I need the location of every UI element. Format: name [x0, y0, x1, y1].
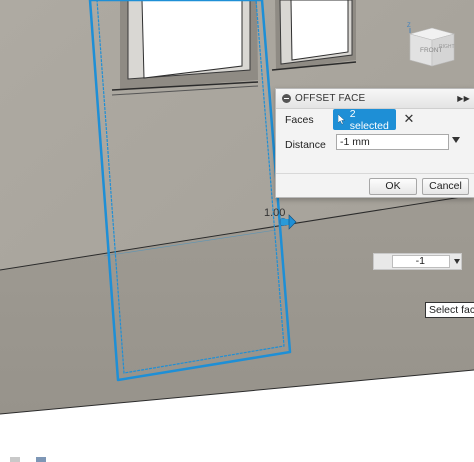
canvas-distance-input-box: -1: [373, 253, 462, 270]
cancel-button[interactable]: Cancel: [422, 178, 469, 195]
faces-label: Faces: [285, 114, 314, 126]
cursor-icon: [338, 114, 346, 125]
chevron-down-icon[interactable]: [454, 259, 460, 264]
distance-label: Distance: [285, 139, 326, 151]
window-left[interactable]: [111, 0, 259, 96]
manipulator-value-label: 1.00: [264, 207, 286, 219]
ok-button[interactable]: OK: [369, 178, 417, 195]
view-cube-right-label[interactable]: RIGHT: [439, 44, 455, 50]
distance-input[interactable]: -1 mm: [336, 134, 449, 150]
close-icon[interactable]: ✕: [402, 111, 416, 127]
canvas-distance-input[interactable]: -1: [392, 255, 450, 268]
view-cube-icon[interactable]: FRONT RIGHT Z: [402, 18, 460, 68]
dialog-header[interactable]: OFFSET FACE ▶▶: [276, 89, 474, 109]
faces-selection-button[interactable]: 2 selected: [333, 107, 396, 132]
dialog-divider: [276, 173, 474, 174]
collapse-icon[interactable]: [282, 94, 291, 103]
dialog-title: OFFSET FACE: [295, 93, 366, 104]
tooltip: Select fac: [425, 302, 474, 318]
chevron-down-icon[interactable]: [452, 137, 460, 143]
model-scene: [0, 0, 474, 415]
toolbar-icon[interactable]: [10, 457, 20, 462]
offset-face-dialog: OFFSET FACE ▶▶ Faces 2 selected ✕ Distan…: [275, 88, 474, 198]
faces-selection-value: 2 selected: [349, 107, 389, 132]
3d-viewport[interactable]: FRONT RIGHT Z OFFSET FACE ▶▶ Faces 2 sel…: [0, 0, 474, 462]
window-right[interactable]: [271, 0, 357, 71]
bottom-toolbar: [0, 452, 64, 462]
toolbar-icon[interactable]: [36, 457, 46, 462]
expand-icon[interactable]: ▶▶: [457, 94, 470, 103]
